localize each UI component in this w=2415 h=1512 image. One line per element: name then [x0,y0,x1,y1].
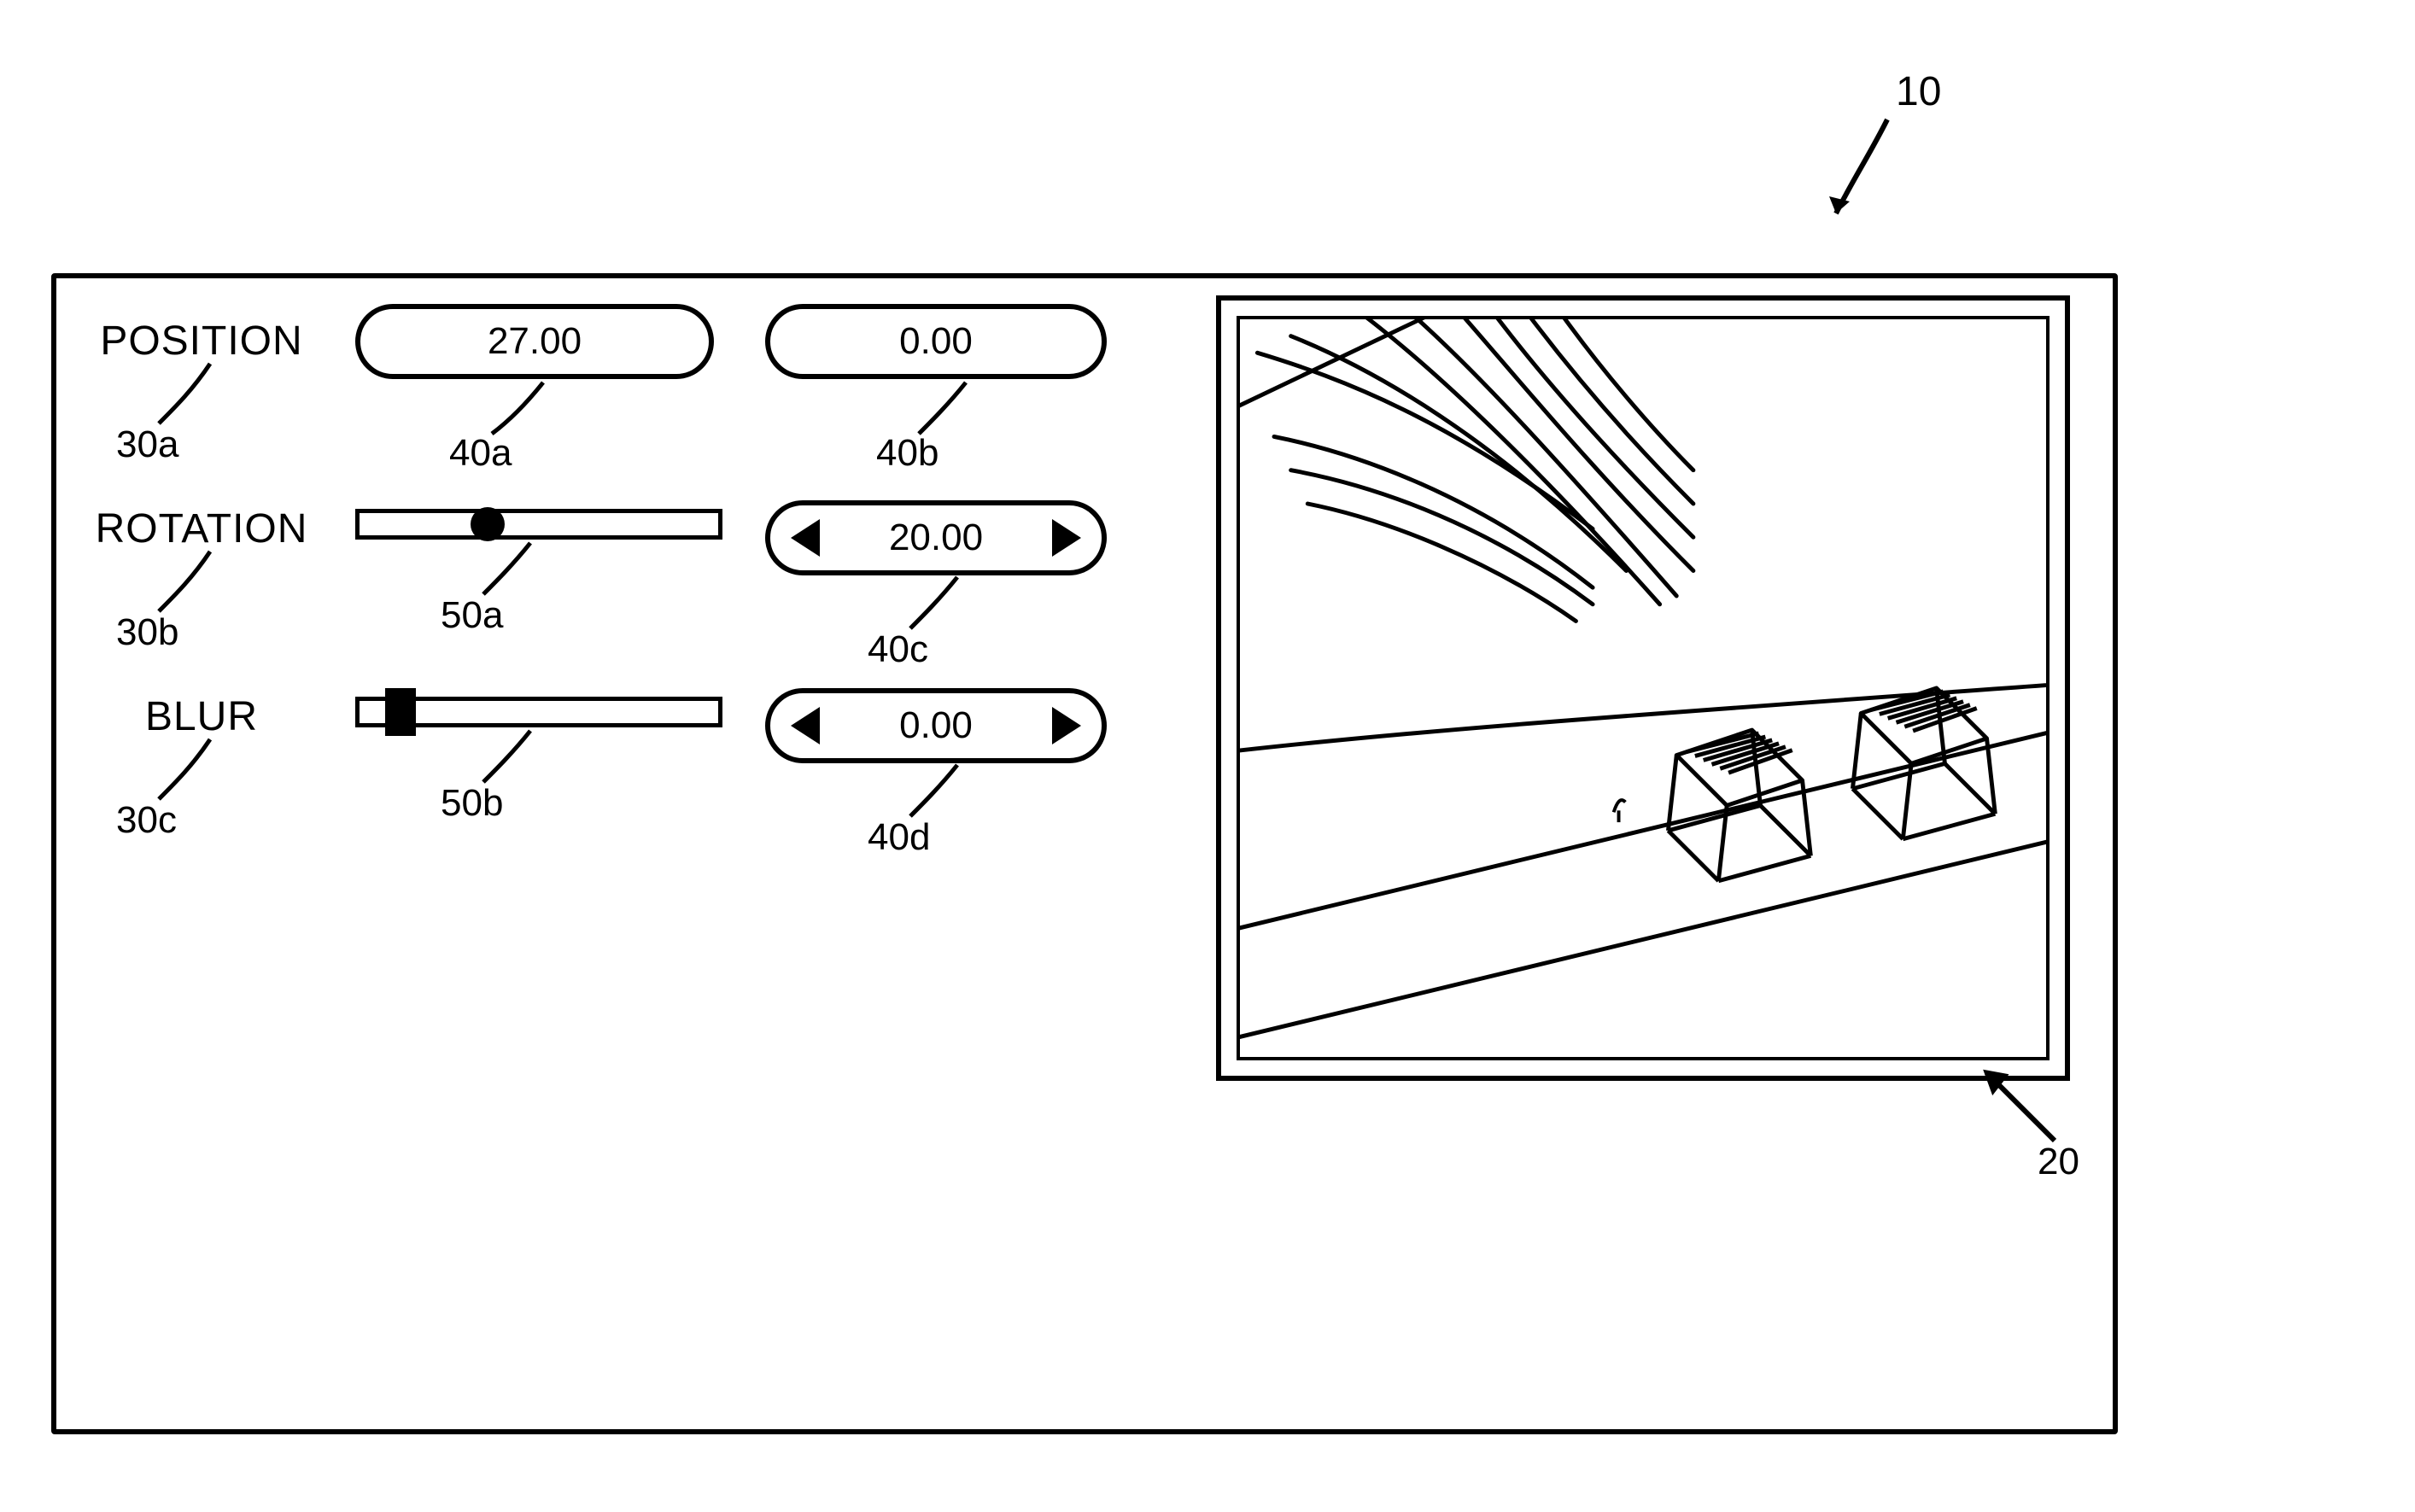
ref-figure-arrow [1827,120,1913,222]
preview-frame [1216,295,2070,1081]
leader-40b [919,382,979,434]
rotation-stepper[interactable]: 20.00 [765,500,1107,575]
ref-40d: 40d [868,816,930,859]
leader-40c [910,577,970,628]
ref-30b: 30b [116,611,178,654]
label-rotation: ROTATION [91,505,313,552]
label-position: POSITION [91,318,313,365]
position-x-value: 27.00 [488,320,582,363]
chevron-left-icon[interactable] [791,519,820,557]
leader-40a [492,382,560,434]
leader-40d [910,765,970,816]
row-rotation: ROTATION 20.00 30b 50a 40c [91,492,1132,680]
chevron-left-icon[interactable] [791,707,820,744]
controls-panel: POSITION 27.00 0.00 30a 40a 40b ROTATION [91,304,1132,867]
preview-image [1237,316,2050,1060]
ref-30a: 30a [116,423,178,466]
row-blur: BLUR 0.00 30c 50b 40d [91,680,1132,867]
leader-30a [159,364,227,423]
blur-slider[interactable] [355,697,722,727]
ref-50a: 50a [441,594,503,637]
rotation-slider[interactable] [355,509,722,540]
leader-20 [1986,1072,2072,1149]
ref-40c: 40c [868,628,928,671]
rotation-value: 20.00 [820,517,1052,559]
position-y-value: 0.00 [899,320,973,363]
leader-30c [159,739,227,799]
ref-40b: 40b [876,432,939,475]
label-blur: BLUR [91,693,313,740]
chevron-right-icon[interactable] [1052,707,1081,744]
row-position: POSITION 27.00 0.00 30a 40a 40b [91,304,1132,492]
ref-20: 20 [2038,1141,2079,1183]
ref-50b: 50b [441,782,503,825]
position-y-input[interactable]: 0.00 [765,304,1107,379]
leader-30b [159,552,227,611]
blur-slider-knob[interactable] [385,688,416,736]
position-x-input[interactable]: 27.00 [355,304,714,379]
ref-30c: 30c [116,799,177,842]
blur-value: 0.00 [820,704,1052,747]
chevron-right-icon[interactable] [1052,519,1081,557]
leader-50a [483,543,543,594]
blur-stepper[interactable]: 0.00 [765,688,1107,763]
ref-figure-label: 10 [1896,68,1941,115]
leader-50b [483,731,543,782]
rotation-slider-knob[interactable] [471,507,505,541]
ref-40a: 40a [449,432,512,475]
app-window: POSITION 27.00 0.00 30a 40a 40b ROTATION [51,273,2118,1434]
